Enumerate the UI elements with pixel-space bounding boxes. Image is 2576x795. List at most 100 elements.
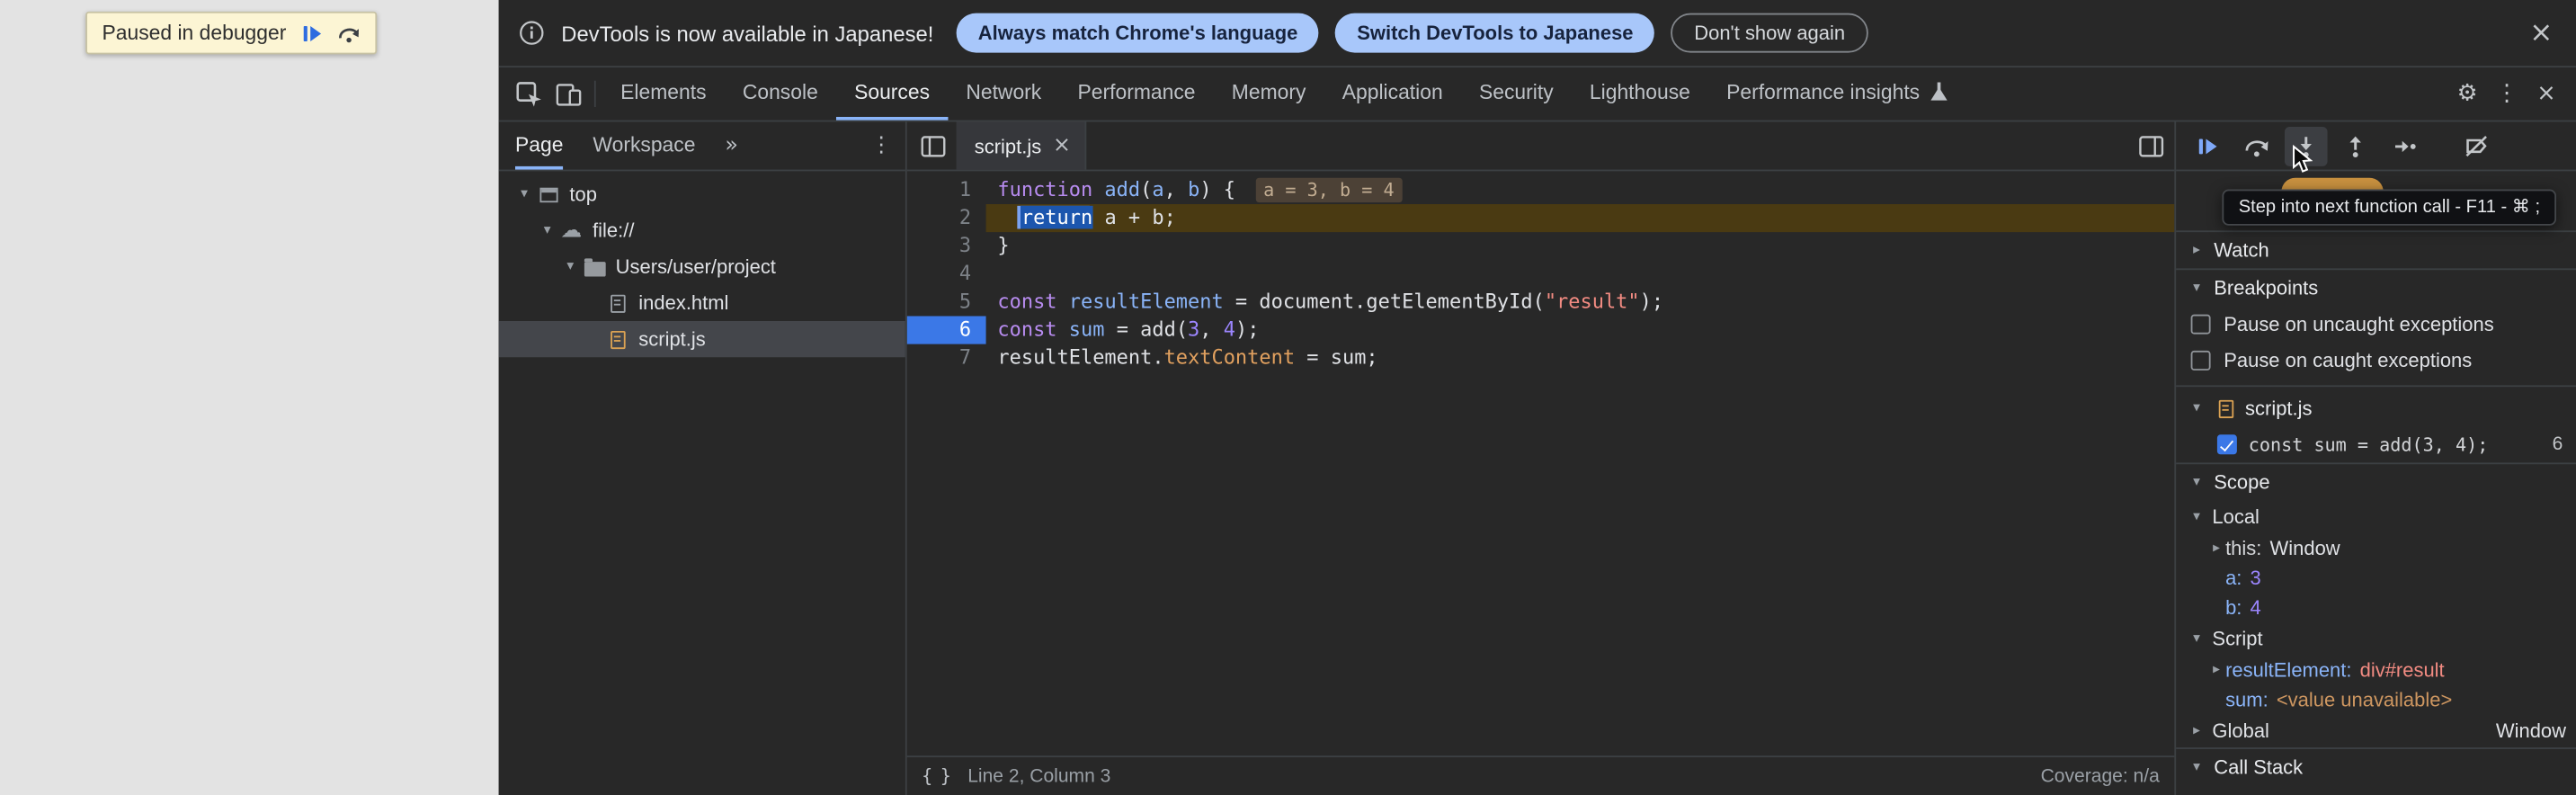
tree-item-index-html[interactable]: index.html bbox=[499, 285, 905, 321]
line-number-7[interactable]: 7 bbox=[907, 344, 986, 372]
breakpoint-entry[interactable]: const sum = add(3, 4);6 bbox=[2176, 426, 2576, 462]
editor-tab-script-js[interactable]: script.js × bbox=[957, 121, 1086, 169]
tree-item-label: script.js bbox=[638, 327, 705, 351]
expander-icon[interactable]: ▾ bbox=[2188, 509, 2206, 525]
line-number-5[interactable]: 5 bbox=[907, 288, 986, 316]
pause-option-pause-on-uncaught-exceptions[interactable]: Pause on uncaught exceptions bbox=[2176, 307, 2576, 343]
line-number-3[interactable]: 3 bbox=[907, 232, 986, 260]
expander-icon[interactable]: ▾ bbox=[2188, 400, 2206, 416]
scope-entry-this[interactable]: ▸this:Window bbox=[2176, 533, 2576, 563]
navigator-tab-workspace[interactable]: Workspace bbox=[593, 121, 695, 169]
checkbox[interactable] bbox=[2217, 434, 2237, 454]
panel-tab-performance-insights[interactable]: Performance insights bbox=[1708, 67, 1965, 121]
device-toolbar-icon[interactable] bbox=[548, 74, 588, 113]
line-number-1[interactable]: 1 bbox=[907, 176, 986, 204]
code-token: = sum; bbox=[1295, 345, 1378, 369]
code-token: "result" bbox=[1545, 290, 1640, 313]
panel-tab-label: Console bbox=[743, 81, 818, 104]
expander-icon[interactable]: ▸ bbox=[2207, 662, 2225, 678]
panel-tab-label: Security bbox=[1479, 81, 1554, 104]
expander-icon[interactable]: ▸ bbox=[2188, 723, 2206, 739]
scope-group-value: Window bbox=[2496, 719, 2566, 743]
scope-entry-resultelement[interactable]: ▸resultElement:div#result bbox=[2176, 656, 2576, 685]
tree-item-top[interactable]: ▾top bbox=[499, 176, 905, 212]
breakpoint-file-name: script.js bbox=[2245, 397, 2312, 420]
toggle-debugger-sidebar-icon[interactable] bbox=[2132, 126, 2171, 165]
step-over-button[interactable] bbox=[2235, 126, 2278, 165]
infobar-close-icon[interactable]: × bbox=[2527, 16, 2556, 49]
settings-gear-icon[interactable]: ⚙ bbox=[2447, 74, 2487, 113]
inspected-page: Paused in debugger bbox=[0, 0, 499, 795]
panel-tab-console[interactable]: Console bbox=[725, 67, 836, 121]
tree-item-users-user-project[interactable]: ▾Users/user/project bbox=[499, 248, 905, 284]
tree-item-label: file:// bbox=[593, 219, 634, 242]
panel-tab-lighthouse[interactable]: Lighthouse bbox=[1572, 67, 1708, 121]
pretty-print-icon[interactable]: { } bbox=[922, 765, 949, 787]
scope-group-global[interactable]: ▸GlobalWindow bbox=[2176, 715, 2576, 748]
panel-tab-elements[interactable]: Elements bbox=[602, 67, 725, 121]
dont-show-again-button[interactable]: Don't show again bbox=[1671, 13, 1868, 53]
info-icon bbox=[519, 20, 545, 46]
panel-tab-security[interactable]: Security bbox=[1461, 67, 1572, 121]
scope-section-header[interactable]: ▾ Scope bbox=[2176, 462, 2576, 500]
expander-icon: ▾ bbox=[2188, 759, 2206, 775]
breakpoint-line-number: 6 bbox=[2553, 434, 2563, 454]
tree-item-file[interactable]: ▾☁file:// bbox=[499, 212, 905, 248]
code-token: add bbox=[1104, 178, 1140, 201]
devtools-close-icon[interactable]: × bbox=[2527, 74, 2566, 113]
panel-tab-performance[interactable]: Performance bbox=[1059, 67, 1213, 121]
expander-icon[interactable]: ▸ bbox=[2207, 540, 2225, 556]
step-out-button[interactable] bbox=[2334, 126, 2377, 165]
code-line-5: 5const resultElement = document.getEleme… bbox=[907, 288, 2175, 316]
code-line-1: 1function add(a, b) {a = 3, b = 4 bbox=[907, 176, 2175, 204]
panel-tab-memory[interactable]: Memory bbox=[1214, 67, 1324, 121]
editor-tab-close-icon[interactable]: × bbox=[1053, 133, 1071, 157]
code-token: function bbox=[997, 178, 1104, 201]
tree-item-script-js[interactable]: script.js bbox=[499, 321, 905, 357]
watch-section-header[interactable]: ▸ Watch bbox=[2176, 230, 2576, 268]
navigator-tab-page[interactable]: Page bbox=[515, 121, 563, 169]
checkbox[interactable] bbox=[2191, 351, 2211, 371]
inline-values-badge: a = 3, b = 4 bbox=[1255, 178, 1403, 202]
breakpoint-groups: ▾ script.js const sum = add(3, 4);6 bbox=[2176, 385, 2576, 462]
code-token: ); bbox=[1235, 317, 1259, 341]
step-over-icon[interactable] bbox=[337, 22, 361, 44]
resume-script-icon[interactable] bbox=[301, 22, 323, 44]
switch-devtools-to-japanese-button[interactable]: Switch DevTools to Japanese bbox=[1335, 13, 1654, 53]
toggle-navigator-icon[interactable] bbox=[914, 126, 953, 165]
pause-option-pause-on-caught-exceptions[interactable]: Pause on caught exceptions bbox=[2176, 343, 2576, 379]
expander-icon[interactable]: ▾ bbox=[2188, 630, 2206, 647]
resume-button[interactable] bbox=[2186, 126, 2229, 165]
line-number-2[interactable]: 2 bbox=[907, 204, 986, 232]
more-tabs-icon[interactable]: » bbox=[725, 133, 738, 157]
scope-group-script[interactable]: ▾Script bbox=[2176, 622, 2576, 656]
cursor-position: Line 2, Column 3 bbox=[967, 766, 1110, 786]
step-button[interactable] bbox=[2384, 126, 2427, 165]
line-number-6[interactable]: 6 bbox=[907, 316, 986, 344]
step-into-button[interactable] bbox=[2285, 126, 2328, 165]
breakpoints-label: Breakpoints bbox=[2214, 277, 2318, 300]
expander-icon[interactable]: ▾ bbox=[539, 222, 557, 238]
always-match-chrome-language-button[interactable]: Always match Chrome's language bbox=[957, 13, 1319, 53]
paused-banner-label: Paused in debugger bbox=[103, 22, 287, 45]
breakpoints-section-header[interactable]: ▾ Breakpoints bbox=[2176, 268, 2576, 306]
checkbox[interactable] bbox=[2191, 315, 2211, 335]
kebab-menu-icon[interactable]: ⋮ bbox=[2487, 74, 2527, 113]
variable-name: resultElement: bbox=[2225, 658, 2351, 682]
expander-icon[interactable]: ▾ bbox=[515, 186, 533, 202]
scope-group-local[interactable]: ▾Local bbox=[2176, 501, 2576, 534]
deactivate-breakpoints-button[interactable] bbox=[2456, 126, 2499, 165]
call-stack-section-header[interactable]: ▾ Call Stack bbox=[2176, 747, 2576, 785]
panel-tab-sources[interactable]: Sources bbox=[836, 67, 948, 121]
panel-tab-label: Elements bbox=[620, 81, 706, 104]
panel-tab-application[interactable]: Application bbox=[1324, 67, 1461, 121]
code-token: ) { bbox=[1199, 178, 1235, 201]
inspect-element-icon[interactable] bbox=[509, 74, 548, 113]
expander-icon[interactable]: ▾ bbox=[561, 258, 579, 274]
editor-status-bar: { } Line 2, Column 3 Coverage: n/a bbox=[907, 755, 2175, 795]
panel-tab-network[interactable]: Network bbox=[948, 67, 1059, 121]
checkbox-label: Pause on uncaught exceptions bbox=[2224, 313, 2493, 336]
line-number-4[interactable]: 4 bbox=[907, 260, 986, 288]
breakpoint-file-group-script-js[interactable]: ▾ script.js bbox=[2176, 390, 2576, 426]
navigator-menu-icon[interactable]: ⋮ bbox=[870, 133, 892, 157]
